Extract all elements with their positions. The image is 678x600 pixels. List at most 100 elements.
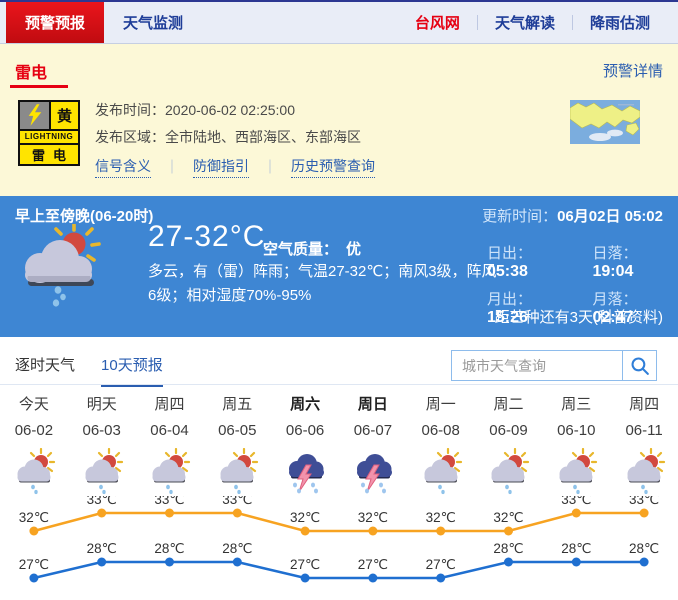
city-search-input[interactable]: [452, 351, 622, 380]
sun-cloud-rain-icon: [214, 448, 260, 496]
day-name: 周日: [358, 394, 388, 421]
city-search-button[interactable]: [622, 351, 656, 380]
day-weather-icon: [146, 447, 192, 497]
lightning-bolt-icon: [20, 102, 51, 129]
day-name: 周六: [290, 394, 320, 421]
warning-link-separator: ｜: [249, 157, 291, 177]
warning-area-map-thumbnail[interactable]: [570, 100, 640, 144]
warning-grade-label: 黄: [51, 102, 78, 129]
temp-label: 33℃: [154, 496, 184, 507]
weather-page: 预警预报天气监测 台风网｜天气解读｜降雨估测 雷电 预警详情 黄 LIGHTNI…: [0, 0, 678, 600]
temp-point: [97, 509, 106, 518]
warning-english-label: LIGHTNING: [20, 131, 78, 145]
current-temp-range: 27-32°C: [148, 220, 265, 254]
temp-point: [97, 558, 106, 567]
sun-moon-cell-2: 日落：19:04: [593, 242, 678, 281]
temp-point: [29, 527, 38, 536]
air-quality-value[interactable]: 优: [346, 241, 361, 258]
day-date: 06-03: [83, 421, 121, 447]
warning-type-label: 雷 电: [20, 145, 78, 164]
lightning-warning-badge: 黄 LIGHTNING 雷 电: [18, 100, 80, 166]
sun-moon-cell-1: 日出：05:38: [487, 242, 573, 281]
forecast-column-06-03[interactable]: 明天06-03: [68, 394, 136, 497]
thunderstorm-icon: [350, 448, 396, 496]
day-date: 06-04: [150, 421, 188, 447]
day-weather-icon: [553, 447, 599, 497]
day-name: 周一: [426, 394, 456, 421]
day-name: 今天: [19, 394, 49, 421]
temp-label: 28℃: [493, 541, 523, 556]
forecast-column-06-08[interactable]: 周一06-08: [407, 394, 475, 497]
day-name: 周四: [154, 394, 184, 421]
temp-label: 28℃: [222, 541, 252, 556]
warning-link-2[interactable]: 防御指引: [193, 156, 249, 178]
forecast-tabs: 逐时天气 10天预报: [15, 354, 163, 387]
top-link-separator: ｜: [565, 12, 580, 33]
forecast-column-06-09[interactable]: 周二06-09: [475, 394, 543, 497]
forecast-section: 逐时天气 10天预报 今天06-02 明天06-03: [0, 337, 678, 600]
day-weather-icon: [350, 447, 396, 497]
temp-point: [165, 558, 174, 567]
forecast-tab-1[interactable]: 逐时天气: [15, 354, 75, 387]
day-name: 周三: [561, 394, 591, 421]
temp-label: 32℃: [358, 510, 388, 525]
warning-link-separator: ｜: [151, 157, 193, 177]
low-temp-series: 27℃28℃28℃28℃27℃27℃27℃28℃28℃28℃: [19, 541, 659, 583]
current-weather-icon: [14, 224, 110, 313]
day-weather-icon: [11, 447, 57, 497]
temp-point: [504, 527, 513, 536]
temp-point: [368, 527, 377, 536]
day-date: 06-06: [286, 421, 324, 447]
publish-time-label: 发布时间：: [95, 102, 165, 118]
day-weather-icon: [418, 447, 464, 497]
top-links: 台风网｜天气解读｜降雨估测: [405, 2, 660, 43]
temp-point: [233, 509, 242, 518]
forecast-tab-2[interactable]: 10天预报: [101, 354, 163, 387]
warning-link-1[interactable]: 信号含义: [95, 156, 151, 178]
forecast-column-06-04[interactable]: 周四06-04: [136, 394, 204, 497]
temp-label: 28℃: [87, 541, 117, 556]
sun-cloud-rain-icon: [11, 448, 57, 496]
temp-label: 32℃: [19, 510, 49, 525]
sun-cloud-rain-icon: [146, 448, 192, 496]
day-weather-icon: [621, 447, 667, 497]
forecast-day-columns: 今天06-02 明天06-03 周四06-04: [0, 394, 678, 497]
temp-point: [233, 558, 242, 567]
top-link-2[interactable]: 天气解读: [485, 12, 565, 33]
forecast-column-06-10[interactable]: 周三06-10: [542, 394, 610, 497]
thunderstorm-icon: [282, 448, 328, 496]
temp-label: 33℃: [629, 496, 659, 507]
day-weather-icon: [485, 447, 531, 497]
temp-label: 28℃: [561, 541, 591, 556]
sun-cloud-rain-icon: [79, 448, 125, 496]
temp-point: [504, 558, 513, 567]
top-link-3[interactable]: 降雨估测: [580, 12, 660, 33]
top-tab-2[interactable]: 天气监测: [104, 2, 202, 43]
sun-cloud-rain-icon: [621, 448, 667, 496]
top-nav-bar: 预警预报天气监测 台风网｜天气解读｜降雨估测: [0, 0, 678, 44]
warning-link-3[interactable]: 历史预警查询: [291, 156, 375, 178]
day-name: 周二: [493, 394, 523, 421]
temp-label: 27℃: [19, 557, 49, 572]
current-conditions-section: 早上至傍晚(06-20时) 更新时间：06月02日 05:02: [0, 196, 678, 337]
top-link-1[interactable]: 台风网: [405, 12, 470, 33]
forecast-column-06-02[interactable]: 今天06-02: [0, 394, 68, 497]
warning-detail-link[interactable]: 预警详情: [603, 60, 663, 81]
forecast-period-title: 早上至傍晚(06-20时): [15, 205, 153, 226]
temp-label: 27℃: [358, 557, 388, 572]
forecast-column-06-05[interactable]: 周五06-05: [203, 394, 271, 497]
temp-point: [436, 527, 445, 536]
solar-term-note[interactable]: 距芒种还有3天(科普资料): [495, 306, 663, 327]
warning-type-tab[interactable]: 雷电: [15, 59, 47, 83]
publish-area-row: 发布区域：全市陆地、西部海区、东部海区: [95, 127, 361, 147]
weather-description: 多云，有（雷）阵雨；气温27-32℃；南风3级，阵风6级；相对湿度70%-95%: [148, 260, 500, 308]
temp-label: 32℃: [290, 510, 320, 525]
forecast-column-06-11[interactable]: 周四06-11: [610, 394, 678, 497]
top-tab-1[interactable]: 预警预报: [6, 2, 104, 43]
forecast-column-06-07[interactable]: 周日06-07: [339, 394, 407, 497]
temp-label: 28℃: [154, 541, 184, 556]
forecast-column-06-06[interactable]: 周六06-06: [271, 394, 339, 497]
temp-label: 33℃: [222, 496, 252, 507]
day-weather-icon: [282, 447, 328, 497]
temp-point: [436, 574, 445, 583]
